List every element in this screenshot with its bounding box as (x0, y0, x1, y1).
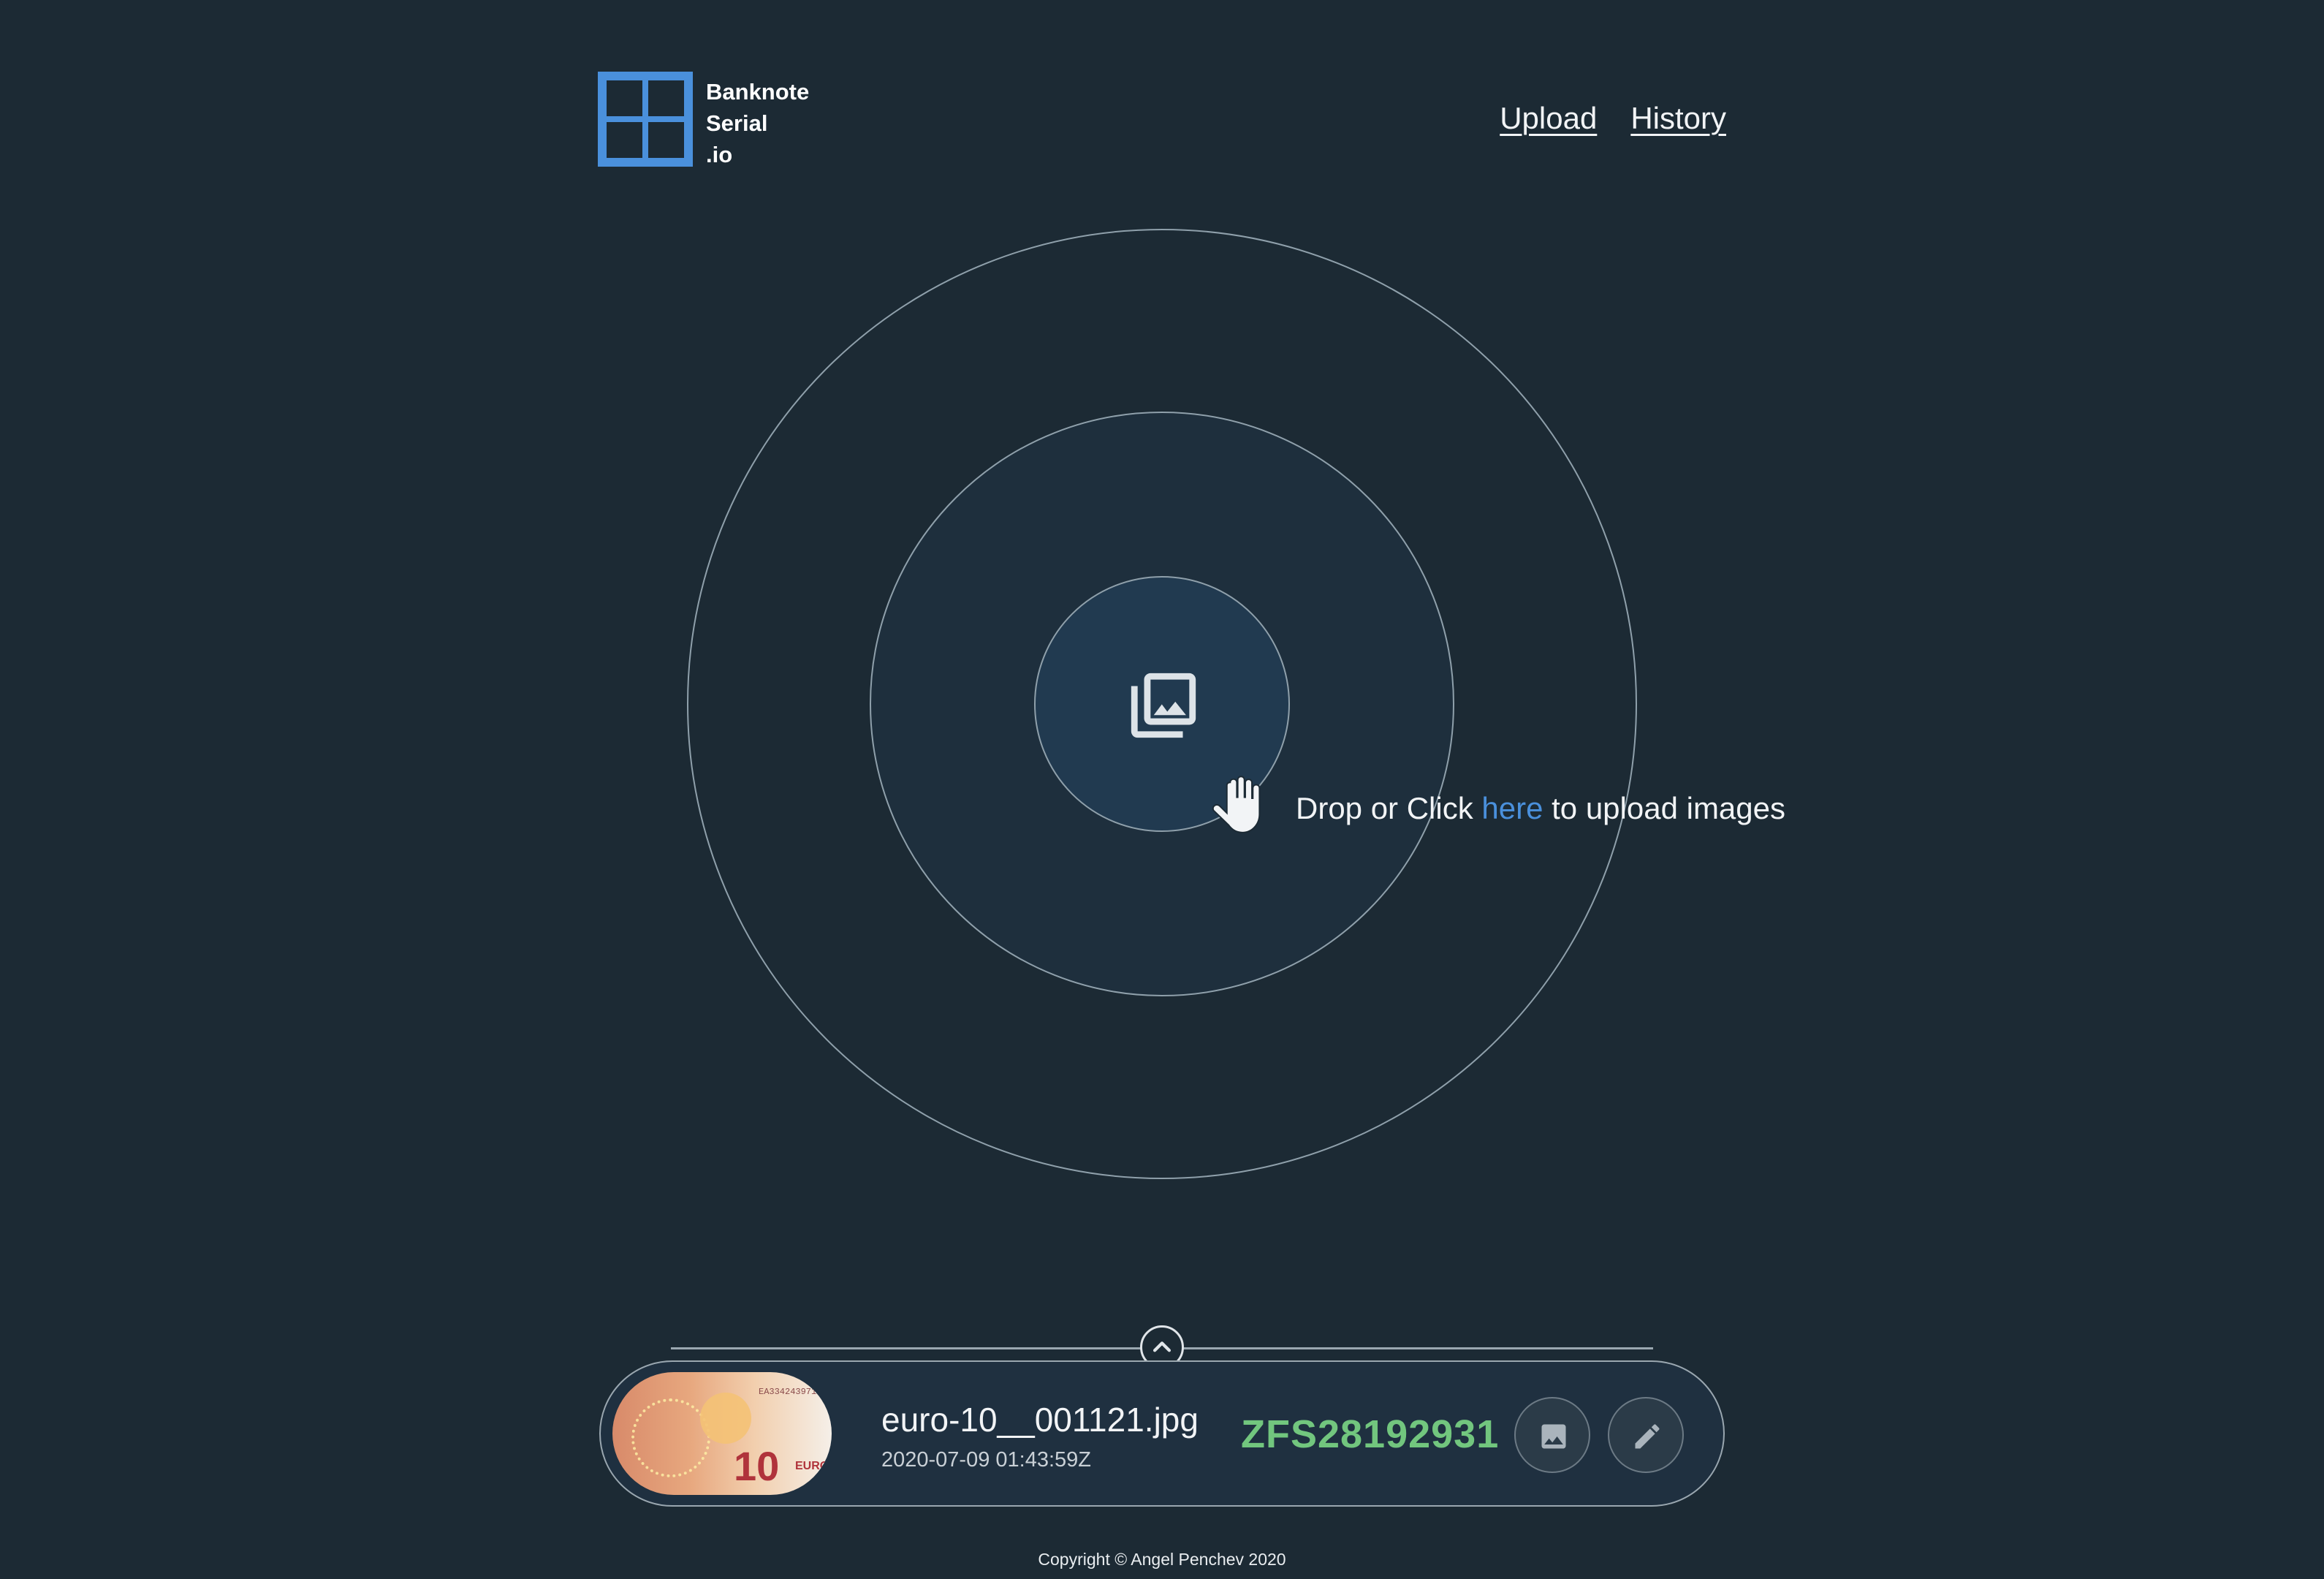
chevron-up-icon (1152, 1341, 1172, 1352)
file-timestamp: 2020-07-09 01:43:59Z (881, 1448, 1091, 1472)
image-gallery-icon (1131, 673, 1196, 738)
thumbnail-note-value: 10 (734, 1443, 780, 1489)
history-item-card[interactable]: EA3342439716 10 EURO euro-10__001121.jpg… (599, 1360, 1725, 1507)
banknote-thumbnail[interactable]: EA3342439716 10 EURO (612, 1372, 832, 1495)
copyright-footer: Copyright © Angel Penchev 2020 (1038, 1550, 1286, 1569)
upload-here-link[interactable]: here (1481, 791, 1543, 825)
serial-number: ZFS28192931 (1241, 1412, 1500, 1456)
logo-line: .io (706, 142, 733, 167)
pencil-icon (1635, 1424, 1660, 1449)
view-image-button[interactable] (1514, 1397, 1590, 1473)
image-icon (1541, 1424, 1566, 1449)
edit-serial-button[interactable] (1608, 1397, 1684, 1473)
logo-text: Banknote Serial .io (706, 76, 809, 170)
dropzone-text-after: to upload images (1543, 791, 1786, 825)
file-name: euro-10__001121.jpg (881, 1401, 1199, 1439)
logo-line: Banknote (706, 79, 810, 105)
nav-link-upload[interactable]: Upload (1500, 101, 1597, 136)
dropzone-instructions: Drop or Click here to upload images (1296, 791, 1785, 826)
page: Banknote Serial .io Upload History Drop … (0, 0, 2324, 1579)
top-nav: Upload History (1500, 101, 1726, 136)
logo-line: Serial (706, 110, 768, 136)
logo-grid-icon (598, 72, 693, 167)
dropzone-text-before: Drop or Click (1296, 791, 1482, 825)
eu-stars-icon (631, 1398, 710, 1477)
logo[interactable]: Banknote Serial .io (598, 72, 809, 170)
hand-cursor-icon (1212, 776, 1261, 833)
thumbnail-note-currency: EURO (795, 1460, 829, 1472)
banknote-portrait-icon (700, 1393, 751, 1444)
thumbnail-note-serial: EA3342439716 (759, 1387, 822, 1397)
nav-link-history[interactable]: History (1630, 101, 1726, 136)
